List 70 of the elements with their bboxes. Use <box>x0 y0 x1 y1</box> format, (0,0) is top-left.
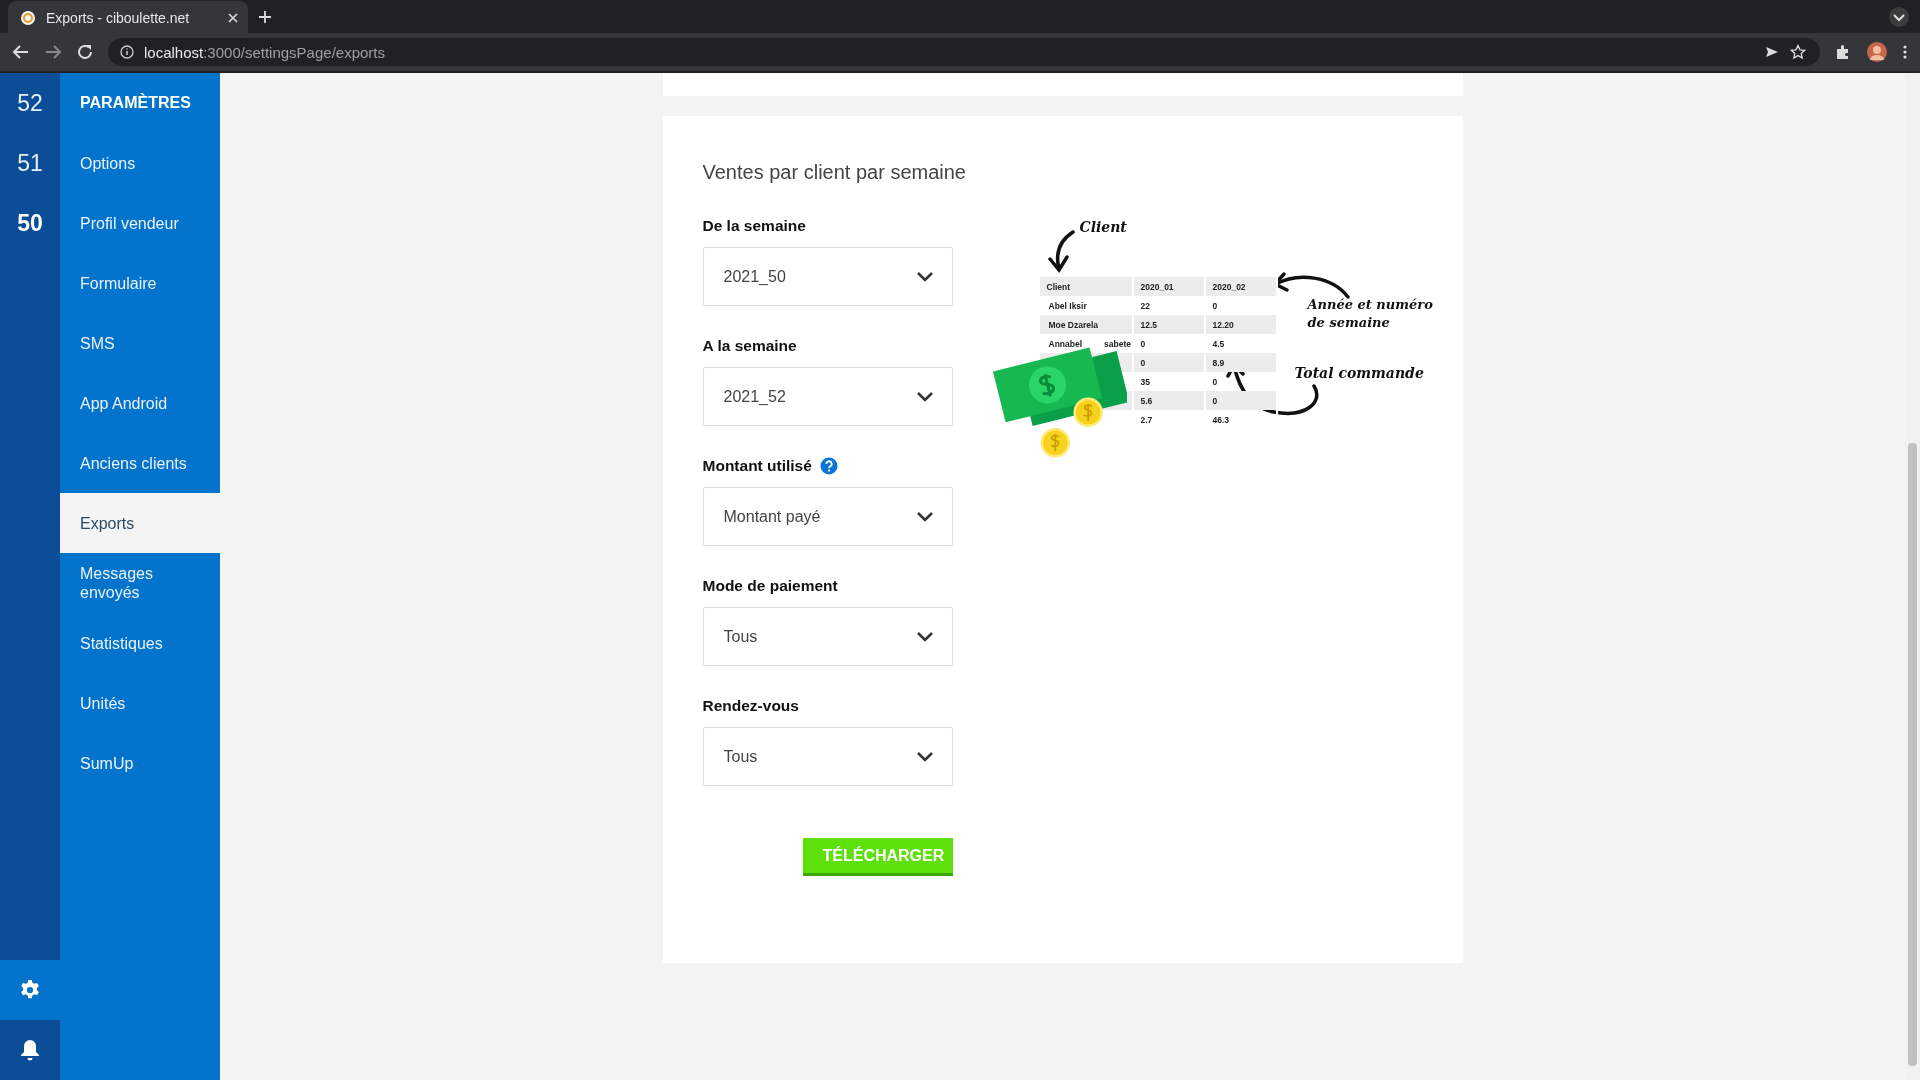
scrollbar-thumb[interactable] <box>1908 443 1917 1066</box>
table-cell: 46.3 <box>1205 410 1278 429</box>
new-tab-icon[interactable] <box>258 9 272 24</box>
sidebar-item[interactable]: SMS <box>60 313 220 373</box>
table-cell: 12.20 <box>1205 315 1278 334</box>
url-text: localhost:3000/settingsPage/exports <box>144 43 385 61</box>
tab-search-icon[interactable] <box>1888 5 1910 28</box>
dropdown[interactable]: 2021_50 <box>702 247 953 306</box>
field-label: Mode de paiement <box>702 576 838 596</box>
forward-icon[interactable] <box>44 43 62 61</box>
table-cell: Moe Dzarela <box>1048 319 1099 330</box>
annotation-text: Client <box>1079 218 1127 236</box>
chevron-down-icon <box>915 630 934 643</box>
chevron-down-icon <box>915 510 934 523</box>
bell-icon <box>19 1038 41 1062</box>
sidebar-item[interactable]: Anciens clients <box>60 433 220 493</box>
sidebar-heading: PARAMÈTRES <box>79 92 192 113</box>
sidebar-item[interactable]: Formulaire <box>60 253 220 313</box>
table-cell: 12.5 <box>1133 315 1206 334</box>
field-label: De la semaine <box>702 216 806 236</box>
sidebar-item[interactable]: Exports <box>60 493 220 553</box>
settings-button[interactable] <box>0 960 60 1020</box>
week-number[interactable]: 50 <box>0 193 60 253</box>
dropdown[interactable]: Tous <box>702 607 953 666</box>
table-cell: 2020_02 <box>1205 277 1278 296</box>
field-label: Montant utilisé <box>702 456 812 476</box>
table-cell: 5.6 <box>1133 391 1206 410</box>
settings-icon <box>19 979 41 1001</box>
table-cell: sabete <box>1104 338 1131 349</box>
sidebar-item[interactable]: Options <box>60 133 220 193</box>
chevron-down-icon <box>915 390 934 403</box>
table-cell: Annabel <box>1048 338 1083 349</box>
table-cell: 0 <box>1133 353 1206 372</box>
table-cell: 8.9 <box>1205 353 1278 372</box>
sidebar-item[interactable]: Statistiques <box>60 613 220 673</box>
sidebar-item[interactable]: Unités <box>60 673 220 733</box>
dropdown[interactable]: Montant payé <box>702 487 953 546</box>
week-number[interactable]: 51 <box>0 133 60 193</box>
site-icon <box>20 9 36 26</box>
table-cell: 2020_01 <box>1133 277 1206 296</box>
table-cell: 2.7 <box>1133 410 1206 429</box>
menu-icon[interactable] <box>1902 43 1908 61</box>
browser-tab[interactable]: Exports - ciboulette.net <box>8 1 248 34</box>
address-bar[interactable]: localhost:3000/settingsPage/exports <box>108 38 1820 66</box>
dropdown[interactable]: Tous <box>702 727 953 786</box>
sidebar-item[interactable]: Profil vendeur <box>60 193 220 253</box>
chevron-down-icon <box>915 750 934 763</box>
card-title: Ventes par client par semaine <box>702 160 966 184</box>
sidebar-item[interactable]: SumUp <box>60 733 220 793</box>
table-cell: 0 <box>1205 391 1278 410</box>
week-number[interactable]: 52 <box>0 73 60 133</box>
field-label: A la semaine <box>702 336 797 356</box>
table-cell: Abel Iksir <box>1048 300 1087 311</box>
curved-arrow <box>1046 229 1077 273</box>
table-cell: Client <box>1039 277 1134 296</box>
reload-icon[interactable] <box>76 43 94 61</box>
profile-avatar-icon[interactable] <box>1866 41 1888 63</box>
annotation-text: Année et numéro de semaine <box>1307 296 1434 332</box>
star-icon[interactable] <box>1790 44 1806 60</box>
annotation-text: Total commande <box>1294 364 1424 382</box>
help-icon[interactable] <box>819 457 838 475</box>
send-icon[interactable] <box>1764 44 1780 60</box>
dropdown[interactable]: 2021_52 <box>702 367 953 426</box>
info-icon[interactable] <box>120 45 134 59</box>
close-tab-icon[interactable] <box>228 12 238 23</box>
sidebar-item[interactable]: App Android <box>60 373 220 433</box>
chevron-down-icon <box>915 270 934 283</box>
field-label: Rendez-vous <box>702 696 799 716</box>
back-icon[interactable] <box>12 43 30 61</box>
sidebar-item[interactable]: Messages envoyés <box>60 553 220 613</box>
